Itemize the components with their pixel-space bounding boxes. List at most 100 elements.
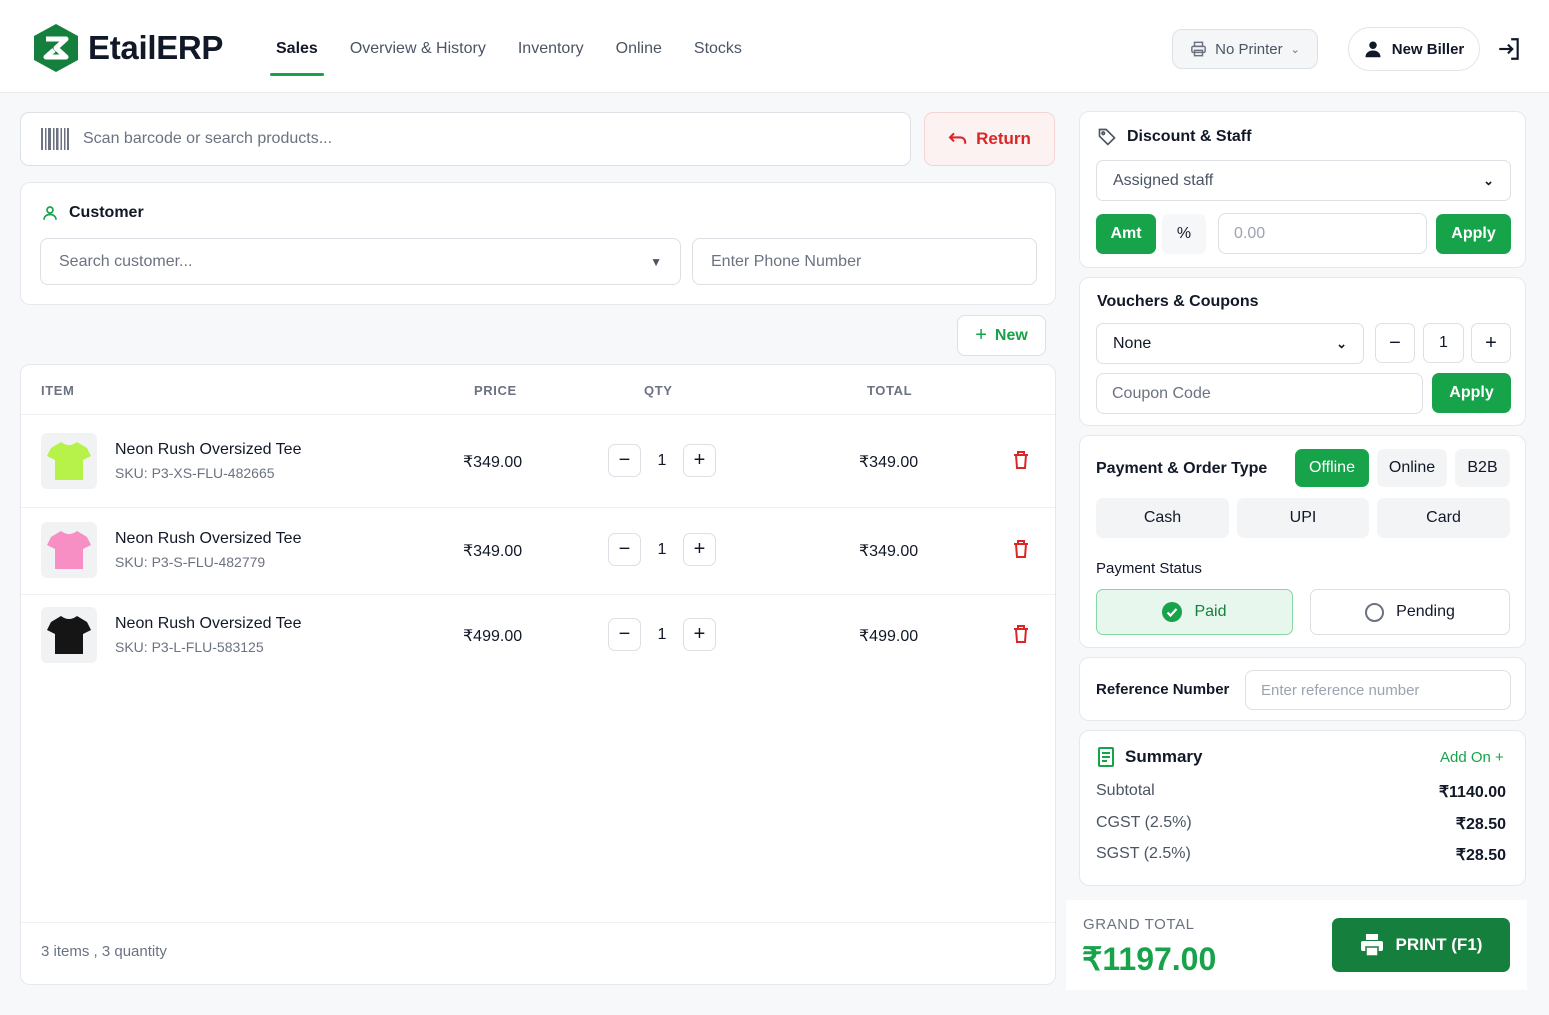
customer-title-text: Customer — [69, 204, 144, 221]
qty-increase-button[interactable]: + — [683, 533, 716, 566]
check-circle-icon — [1162, 602, 1183, 622]
subtotal-value: ₹1140.00 — [1438, 784, 1506, 801]
qty-value[interactable]: 1 — [641, 626, 683, 644]
status-paid-option[interactable]: Paid — [1096, 589, 1293, 635]
nav-sales[interactable]: Sales — [260, 0, 334, 93]
item-name: Neon Rush Oversized Tee — [115, 530, 302, 547]
tshirt-icon — [47, 442, 91, 480]
item-sku: SKU: P3-S-FLU-482779 — [115, 554, 266, 570]
customer-card: Customer Search customer... ▼ Enter Phon… — [20, 182, 1056, 305]
cart-items-table: ITEM PRICE QTY TOTAL Neon Rush Oversized… — [20, 364, 1056, 985]
item-name: Neon Rush Oversized Tee — [115, 441, 302, 458]
new-label: New — [994, 326, 1028, 344]
staff-select-value: Assigned staff — [1113, 171, 1214, 189]
discount-amount-toggle[interactable]: Amt — [1096, 214, 1156, 254]
customer-search-select[interactable]: Search customer... ▼ — [40, 238, 681, 285]
coupon-code-input[interactable]: Coupon Code — [1096, 373, 1423, 414]
new-item-button[interactable]: + New — [957, 315, 1046, 356]
summary-card: Summary Add On + Subtotal ₹1140.00 CGST … — [1079, 730, 1526, 886]
chevron-down-icon: ⌄ — [1336, 335, 1347, 351]
printer-select-button[interactable]: No Printer ⌄ — [1172, 29, 1318, 69]
reference-number-input[interactable]: Enter reference number — [1245, 670, 1511, 710]
top-header: EtailERP Sales Overview & History Invent… — [0, 0, 1549, 93]
coupon-code-placeholder: Coupon Code — [1112, 384, 1211, 402]
item-total: ₹349.00 — [859, 543, 919, 560]
receipt-icon — [1098, 747, 1114, 767]
trash-icon[interactable] — [1013, 540, 1029, 558]
nav-overview-history[interactable]: Overview & History — [334, 0, 502, 93]
nav-online[interactable]: Online — [600, 0, 678, 93]
printer-icon — [1191, 41, 1207, 57]
biller-button[interactable]: New Biller — [1348, 27, 1480, 71]
item-price: ₹499.00 — [463, 628, 523, 645]
discount-percent-toggle[interactable]: % — [1162, 214, 1206, 254]
brand-logo[interactable]: EtailERP — [34, 24, 223, 72]
product-thumbnail — [41, 607, 97, 663]
order-type-b2b[interactable]: B2B — [1455, 449, 1510, 487]
qty-increase-button[interactable]: + — [683, 444, 716, 477]
payment-method-cash[interactable]: Cash — [1096, 498, 1229, 538]
qty-decrease-button[interactable]: − — [608, 444, 641, 477]
return-button[interactable]: Return — [924, 112, 1055, 166]
item-price: ₹349.00 — [463, 454, 523, 471]
qty-decrease-button[interactable]: − — [608, 533, 641, 566]
main-nav: Sales Overview & History Inventory Onlin… — [260, 0, 758, 93]
col-header-total: TOTAL — [867, 383, 913, 398]
voucher-select[interactable]: None ⌄ — [1096, 323, 1364, 364]
customer-search-placeholder: Search customer... — [59, 252, 193, 270]
print-button[interactable]: PRINT (F1) — [1332, 918, 1510, 972]
payment-method-card[interactable]: Card — [1377, 498, 1510, 538]
trash-icon[interactable] — [1013, 451, 1029, 469]
order-type-offline[interactable]: Offline — [1295, 449, 1369, 487]
status-paid-label: Paid — [1194, 603, 1227, 620]
sgst-label: SGST (2.5%) — [1096, 845, 1191, 862]
status-pending-option[interactable]: Pending — [1310, 589, 1510, 635]
qty-increase-button[interactable]: + — [683, 618, 716, 651]
plus-icon: + — [975, 324, 987, 346]
qty-decrease-button[interactable]: − — [608, 618, 641, 651]
subtotal-label: Subtotal — [1096, 782, 1155, 799]
table-row: Neon Rush Oversized Tee SKU: P3-XS-FLU-4… — [21, 414, 1055, 507]
tshirt-icon — [47, 531, 91, 569]
col-header-item: ITEM — [41, 383, 75, 398]
nav-inventory[interactable]: Inventory — [502, 0, 600, 93]
item-price: ₹349.00 — [463, 543, 523, 560]
barcode-icon — [41, 128, 69, 150]
nav-stocks[interactable]: Stocks — [678, 0, 758, 93]
voucher-qty-value[interactable]: 1 — [1423, 323, 1464, 363]
qty-value[interactable]: 1 — [641, 452, 683, 470]
chevron-down-icon: ⌄ — [1290, 43, 1300, 56]
voucher-qty-increase-button[interactable]: + — [1471, 323, 1511, 363]
discount-value-input[interactable]: 0.00 — [1218, 213, 1427, 254]
printer-label: No Printer — [1215, 40, 1283, 58]
col-header-qty: QTY — [644, 383, 673, 398]
discount-title: Discount & Staff — [1097, 127, 1251, 147]
table-row: Neon Rush Oversized Tee SKU: P3-S-FLU-48… — [21, 507, 1055, 594]
reference-number-label: Reference Number — [1096, 681, 1230, 698]
grand-total-bar: GRAND TOTAL ₹1197.00 PRINT (F1) — [1066, 900, 1527, 990]
discount-apply-button[interactable]: Apply — [1436, 214, 1511, 254]
logo-icon — [34, 24, 78, 72]
phone-number-input[interactable]: Enter Phone Number — [692, 238, 1037, 285]
qty-value[interactable]: 1 — [641, 541, 683, 559]
tag-icon — [1098, 128, 1116, 146]
logout-icon[interactable] — [1496, 36, 1522, 62]
summary-title-text: Summary — [1125, 747, 1203, 766]
reference-number-placeholder: Enter reference number — [1261, 681, 1420, 699]
product-search-input[interactable]: Scan barcode or search products... — [20, 112, 911, 166]
phone-number-placeholder: Enter Phone Number — [711, 252, 862, 270]
voucher-qty-decrease-button[interactable]: − — [1375, 323, 1415, 363]
order-type-online[interactable]: Online — [1377, 449, 1447, 487]
product-search-placeholder: Scan barcode or search products... — [83, 130, 333, 147]
customer-user-icon — [43, 206, 57, 220]
grand-total-label: GRAND TOTAL — [1083, 916, 1195, 933]
item-sku: SKU: P3-L-FLU-583125 — [115, 639, 264, 655]
col-header-price: PRICE — [474, 383, 517, 398]
add-on-button[interactable]: Add On + — [1440, 749, 1504, 766]
staff-select[interactable]: Assigned staff ⌄ — [1096, 160, 1511, 201]
radio-empty-icon — [1365, 602, 1385, 622]
payment-method-upi[interactable]: UPI — [1237, 498, 1369, 538]
item-total: ₹499.00 — [859, 628, 919, 645]
coupon-apply-button[interactable]: Apply — [1432, 373, 1511, 413]
trash-icon[interactable] — [1013, 625, 1029, 643]
